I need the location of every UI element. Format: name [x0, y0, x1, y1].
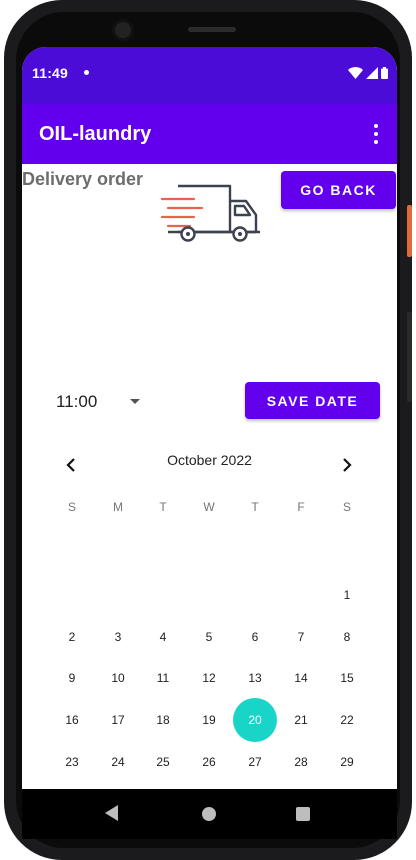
time-dropdown[interactable]: 11:00 — [44, 387, 154, 415]
calendar-day[interactable]: 23 — [57, 747, 87, 777]
save-date-button[interactable]: SAVE DATE — [245, 382, 380, 419]
time-value: 11:00 — [56, 392, 98, 411]
front-camera — [115, 22, 131, 38]
weekday-header: M — [113, 500, 123, 514]
calendar-day[interactable]: 12 — [194, 663, 224, 693]
chevron-right-icon — [343, 458, 352, 472]
app-screen: 11:49 OIL-laundry Delivery order GO BACK… — [22, 47, 397, 789]
calendar-day[interactable]: 15 — [332, 663, 362, 693]
calendar-day[interactable]: 11 — [148, 663, 178, 693]
calendar-day[interactable]: 6 — [240, 622, 270, 652]
calendar-day-selected[interactable]: 20 — [233, 698, 277, 743]
weekday-header: F — [297, 500, 305, 514]
calendar-day[interactable]: 19 — [194, 705, 224, 735]
calendar-day[interactable]: 25 — [148, 747, 178, 777]
recents-icon[interactable] — [296, 807, 310, 821]
home-icon[interactable] — [202, 807, 216, 821]
weekday-header: S — [67, 500, 76, 514]
status-icons — [348, 66, 388, 79]
calendar-day[interactable]: 5 — [194, 622, 224, 652]
calendar-day[interactable]: 18 — [148, 705, 178, 735]
calendar-day[interactable]: 14 — [286, 663, 316, 693]
app-title: OIL-laundry — [39, 123, 152, 145]
power-button — [407, 205, 412, 257]
calendar-day[interactable]: 26 — [194, 747, 224, 777]
go-back-button[interactable]: GO BACK — [281, 171, 396, 209]
system-navigation-bar — [22, 789, 397, 839]
calendar-day[interactable]: 4 — [148, 622, 178, 652]
delivery-truck-icon — [160, 184, 260, 242]
calendar-day[interactable]: 1 — [332, 580, 362, 610]
calendar-day[interactable]: 10 — [103, 663, 133, 693]
weekday-header: T — [251, 500, 259, 514]
calendar-day[interactable]: 21 — [286, 705, 316, 735]
status-bar: 11:49 — [22, 47, 397, 104]
next-month-button[interactable] — [333, 451, 361, 479]
notification-dot-icon — [84, 70, 89, 75]
calendar-day[interactable]: 13 — [240, 663, 270, 693]
app-bar: OIL-laundry — [22, 104, 397, 164]
dropdown-arrow-icon — [130, 399, 140, 404]
battery-icon — [381, 66, 388, 79]
calendar-day[interactable]: 29 — [332, 747, 362, 777]
calendar-day[interactable]: 3 — [103, 622, 133, 652]
back-icon[interactable] — [105, 805, 119, 821]
volume-button — [407, 312, 412, 402]
weekday-header: T — [159, 500, 167, 514]
calendar-day[interactable]: 7 — [286, 622, 316, 652]
wifi-icon — [348, 66, 363, 79]
calendar-day[interactable]: 17 — [103, 705, 133, 735]
status-time: 11:49 — [32, 65, 69, 81]
signal-icon — [366, 66, 378, 79]
calendar: October 2022 S M T W T F S 1 2 3 4 5 6 7 8 9 10 11 12 13 14 1… — [22, 437, 397, 789]
overflow-menu-icon[interactable] — [371, 124, 381, 144]
calendar-day[interactable]: 8 — [332, 622, 362, 652]
calendar-day[interactable]: 24 — [103, 747, 133, 777]
calendar-day[interactable]: 16 — [57, 705, 87, 735]
calendar-day[interactable]: 22 — [332, 705, 362, 735]
calendar-day[interactable]: 9 — [57, 663, 87, 693]
earpiece-speaker — [188, 27, 236, 32]
calendar-day[interactable]: 28 — [286, 747, 316, 777]
calendar-day[interactable]: 27 — [240, 747, 270, 777]
calendar-day[interactable]: 2 — [57, 622, 87, 652]
weekday-header: S — [342, 500, 351, 514]
page-heading: Delivery order — [22, 169, 144, 189]
weekday-header: W — [203, 500, 215, 514]
